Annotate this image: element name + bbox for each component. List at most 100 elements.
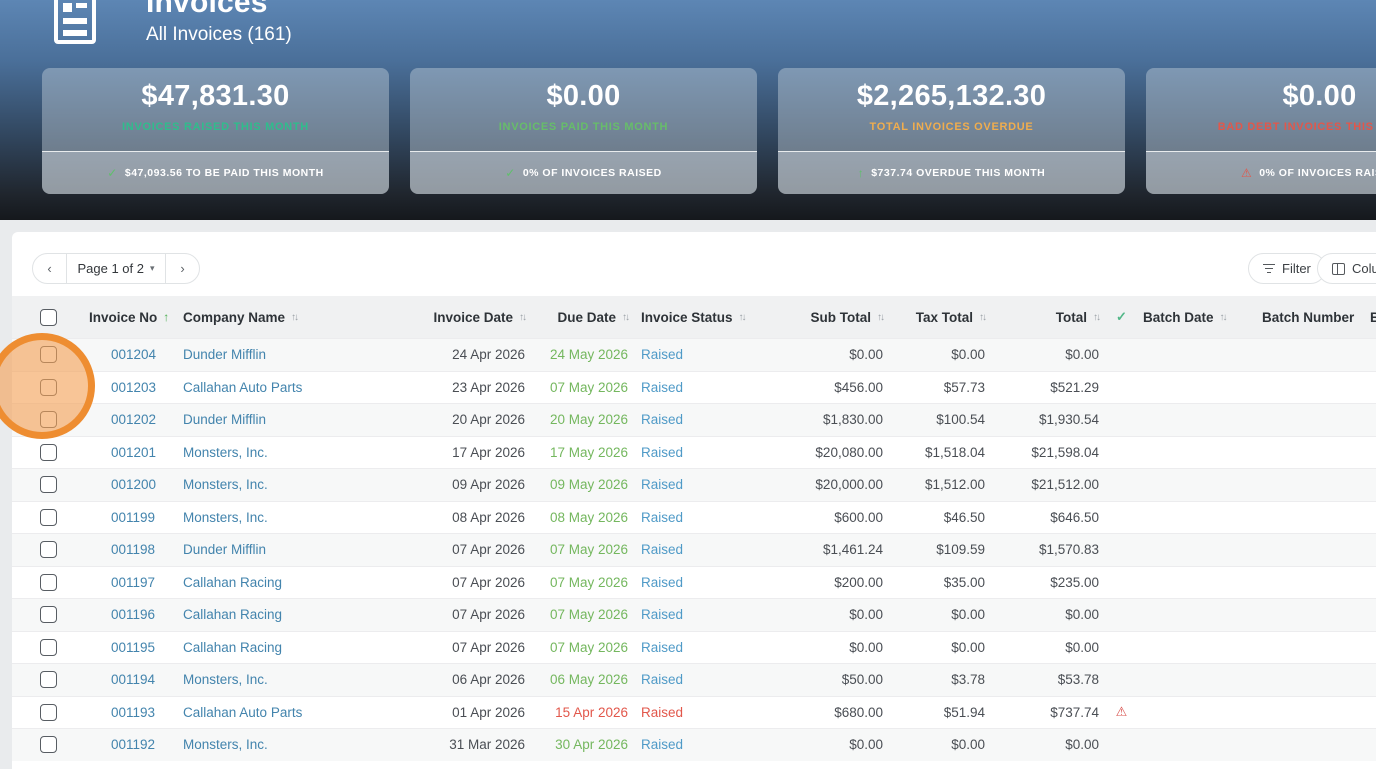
sort-icon: ↑↓ [1093,311,1101,323]
sub-total-cell: $1,461.24 [822,542,883,558]
filter-button[interactable]: Filter [1248,253,1326,284]
invoice-status-cell: Raised [641,477,684,493]
column-header-due-date[interactable]: Due Date ↑↓ [529,310,632,325]
column-header-invoice-no[interactable]: Invoice No ↑ [72,310,177,325]
page-selector[interactable]: Page 1 of 2 ▾ [66,254,166,283]
company-name-link[interactable]: Monsters, Inc. [177,672,417,687]
due-date-cell: 17 May 2026 [549,444,628,460]
row-checkbox[interactable] [40,573,57,591]
kpi-label: INVOICES PAID THIS MONTH [498,121,669,133]
company-name-link[interactable]: Dunder Mifflin [177,412,417,427]
column-header-tax-total[interactable]: Tax Total ↑↓ [887,310,989,325]
sort-icon: ↑↓ [738,311,747,323]
invoice-no-link[interactable]: 001192 [72,737,177,752]
row-checkbox[interactable] [40,671,57,689]
company-name-link[interactable]: Callahan Auto Parts [177,705,417,720]
kpi-value: $0.00 [1282,80,1357,112]
invoice-no-link[interactable]: 001195 [72,640,177,655]
tax-total-cell: $1,518.04 [924,444,985,460]
pagination-control: ‹ Page 1 of 2 ▾ › [32,253,200,284]
company-name-link[interactable]: Callahan Auto Parts [177,380,417,395]
tax-total-cell: $0.00 [951,607,985,623]
company-name-link[interactable]: Dunder Mifflin [177,347,417,362]
row-checkbox[interactable] [40,346,57,364]
table-row: 001199 Monsters, Inc. 08 Apr 2026 08 May… [12,500,1376,533]
tax-total-cell: $57.73 [943,379,985,395]
company-name-link[interactable]: Monsters, Inc. [177,477,417,492]
next-page-button[interactable]: › [166,254,199,283]
invoice-no-link[interactable]: 001194 [72,672,177,687]
invoice-status-cell: Raised [641,639,684,655]
company-name-link[interactable]: Monsters, Inc. [177,737,417,752]
warning-cell: ⚠ [1103,477,1140,493]
invoice-date-cell: 07 Apr 2026 [452,607,525,623]
invoice-status-cell: Raised [641,444,684,460]
company-name-link[interactable]: Dunder Mifflin [177,542,417,557]
row-checkbox-cell [12,736,72,754]
column-header-batch-date[interactable]: Batch Date ↑↓ [1140,310,1252,325]
invoice-no-link[interactable]: 001196 [72,607,177,622]
invoice-date-cell: 01 Apr 2026 [452,704,525,720]
row-checkbox[interactable] [40,703,57,721]
kpi-card-paid: $0.00 INVOICES PAID THIS MONTH ✓ 0% OF I… [410,68,757,194]
check-icon: ✓ [107,166,118,180]
row-checkbox[interactable] [40,378,57,396]
sub-total-cell: $680.00 [834,704,883,720]
company-name-link[interactable]: Monsters, Inc. [177,445,417,460]
company-name-link[interactable]: Callahan Racing [177,640,417,655]
invoice-no-link[interactable]: 001200 [72,477,177,492]
filter-label: Filter [1282,261,1311,276]
column-header-total[interactable]: Total ↑↓ [989,310,1103,325]
row-checkbox[interactable] [40,638,57,656]
prev-page-button[interactable]: ‹ [33,254,66,283]
row-checkbox[interactable] [40,476,57,494]
invoice-status-cell: Raised [641,704,684,720]
page-banner: Invoices All Invoices (161) $47,831.30 I… [0,0,1376,220]
warning-cell: ⚠ [1103,444,1140,460]
invoice-no-link[interactable]: 001201 [72,445,177,460]
row-checkbox[interactable] [40,541,57,559]
kpi-footer-text: $737.74 OVERDUE THIS MONTH [871,167,1046,179]
company-name-link[interactable]: Callahan Racing [177,575,417,590]
warning-cell: ⚠ [1103,509,1140,525]
invoice-no-link[interactable]: 001198 [72,542,177,557]
invoice-no-link[interactable]: 001204 [72,347,177,362]
kpi-value: $0.00 [546,80,621,112]
row-checkbox-cell [12,703,72,721]
invoice-date-cell: 17 Apr 2026 [452,444,525,460]
sub-total-cell: $200.00 [834,574,883,590]
column-header-invoice-status[interactable]: Invoice Status ↑↓ [632,310,797,325]
column-header-batch-number[interactable]: Batch Number [1252,310,1367,325]
column-header-company-name[interactable]: Company Name ↑↓ [177,310,417,325]
kpi-label: BAD DEBT INVOICES THIS MONTH [1217,121,1376,133]
invoice-no-link[interactable]: 001193 [72,705,177,720]
table-row: 001202 Dunder Mifflin 20 Apr 2026 20 May… [12,403,1376,436]
sub-total-cell: $0.00 [849,737,883,753]
due-date-cell: 08 May 2026 [549,509,628,525]
total-cell: $21,512.00 [1031,477,1099,493]
due-date-cell: 07 May 2026 [549,379,628,395]
invoice-no-link[interactable]: 001202 [72,412,177,427]
column-header-clipped[interactable]: B [1367,310,1376,325]
row-checkbox[interactable] [40,443,57,461]
row-checkbox[interactable] [40,508,57,526]
row-checkbox[interactable] [40,606,57,624]
invoice-no-link[interactable]: 001199 [72,510,177,525]
column-header-paid-check: ✓ [1103,309,1140,325]
chevron-down-icon: ▾ [149,263,155,273]
select-all-checkbox[interactable] [40,308,57,326]
sub-total-cell: $20,080.00 [815,444,883,460]
column-header-invoice-date[interactable]: Invoice Date ↑↓ [417,310,529,325]
company-name-link[interactable]: Callahan Racing [177,607,417,622]
company-name-link[interactable]: Monsters, Inc. [177,510,417,525]
check-icon: ✓ [505,166,516,180]
row-checkbox[interactable] [40,411,57,429]
total-cell: $0.00 [1065,639,1099,655]
invoice-no-link[interactable]: 001197 [72,575,177,590]
check-icon: ✓ [1116,309,1127,324]
column-header-sub-total[interactable]: Sub Total ↑↓ [797,310,887,325]
columns-button[interactable]: Columns [1317,253,1376,284]
invoice-no-link[interactable]: 001203 [72,380,177,395]
row-checkbox[interactable] [40,736,57,754]
due-date-cell: 07 May 2026 [549,639,628,655]
